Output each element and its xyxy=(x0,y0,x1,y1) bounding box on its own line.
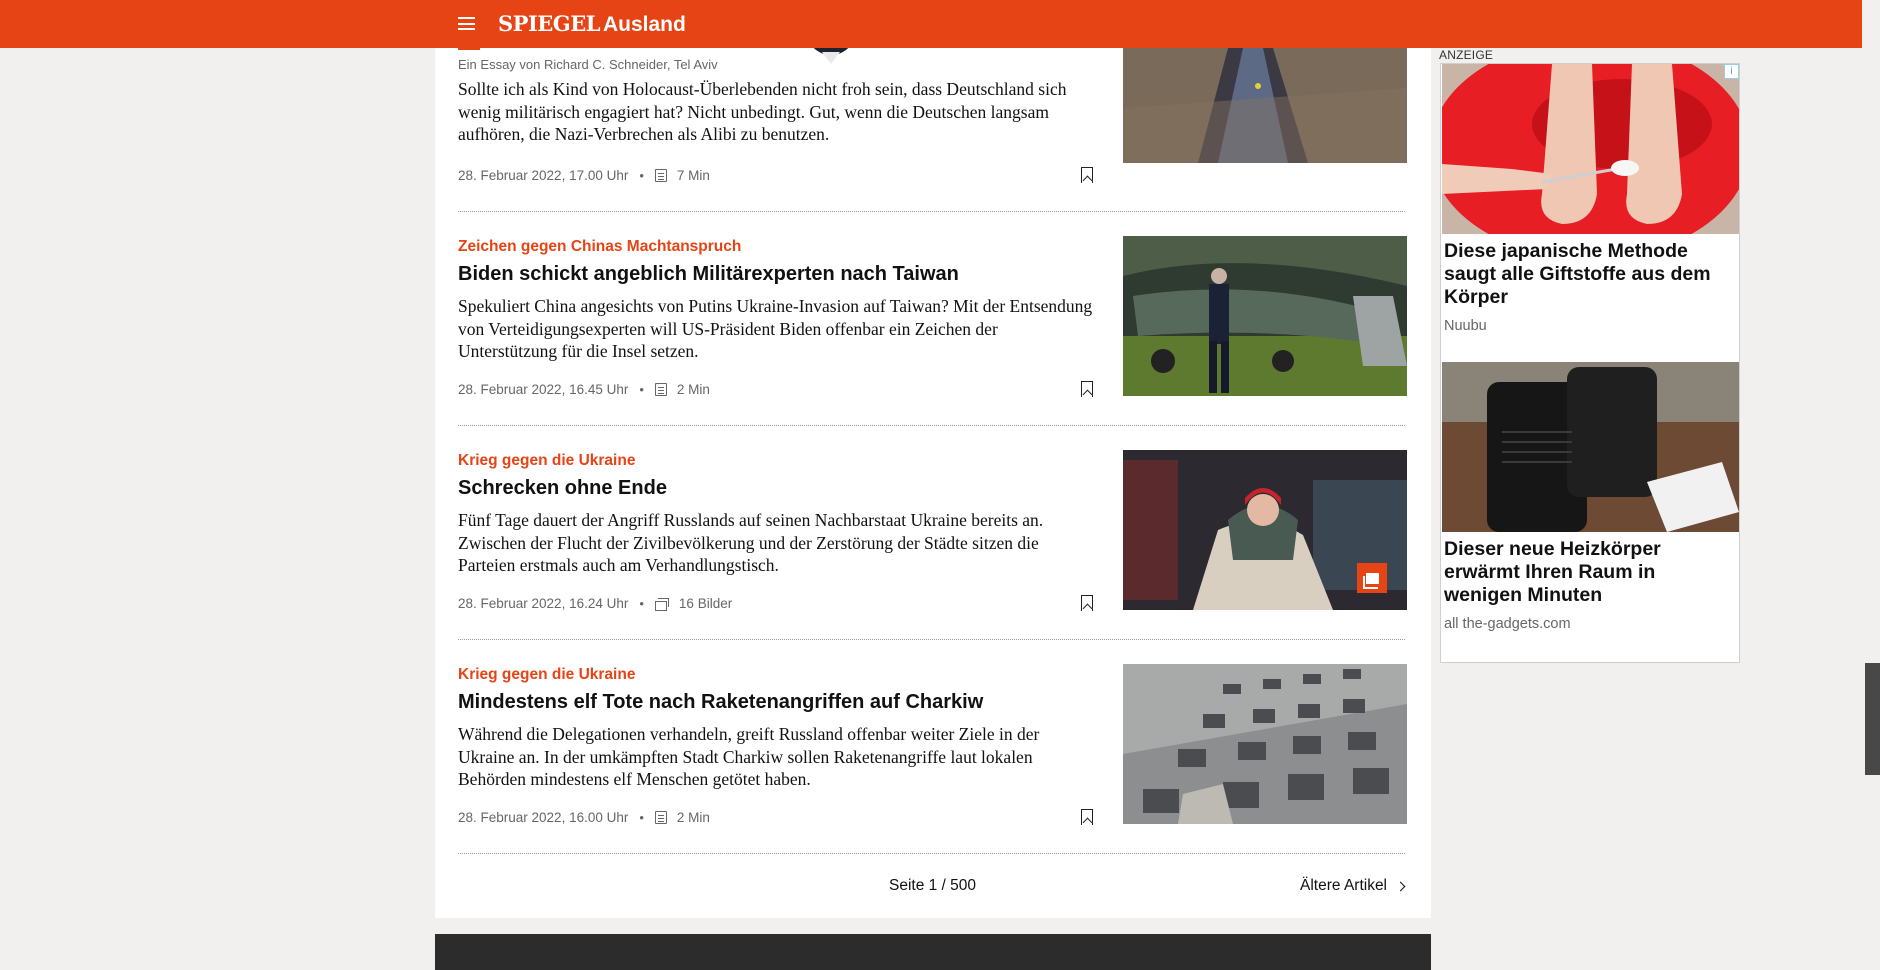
article-headline[interactable]: Schrecken ohne Ende xyxy=(458,475,1096,501)
bookmark-icon[interactable] xyxy=(1081,381,1093,397)
reading-time: 2 Min xyxy=(676,382,710,397)
bookmark-icon[interactable] xyxy=(1081,809,1093,825)
chevron-right-icon xyxy=(1395,881,1406,891)
ad-source[interactable]: Nuubu xyxy=(1444,318,1487,334)
article-divider xyxy=(458,639,1405,640)
article-image[interactable] xyxy=(1123,450,1407,610)
article-icon xyxy=(654,169,667,182)
article-icon xyxy=(654,383,667,396)
article-kicker[interactable]: Krieg gegen die Ukraine xyxy=(458,451,1096,471)
reading-time: 2 Min xyxy=(676,810,710,825)
spiegel-logo[interactable]: SPIEGEL xyxy=(498,11,601,36)
older-articles-label[interactable]: Ältere Artikel xyxy=(1300,877,1387,895)
article-meta: 28. Februar 2022, 16.24 Uhr • 16 Bilder xyxy=(458,596,733,611)
article-teaser-text: Spekuliert China angesichts von Putins U… xyxy=(458,296,1093,361)
article-image[interactable] xyxy=(1123,236,1407,396)
article-image[interactable] xyxy=(1123,664,1407,824)
article-teaser-text: Sollte ich als Kind von Holocaust-Überle… xyxy=(458,79,1067,144)
adchoices-icon[interactable]: i xyxy=(1724,64,1739,79)
reading-time: 7 Min xyxy=(676,168,710,183)
bookmark-icon[interactable] xyxy=(1081,595,1093,611)
scrollbar-track[interactable] xyxy=(1862,0,1880,970)
article-date: 28. Februar 2022, 16.24 Uhr xyxy=(458,596,629,611)
page-indicator: Seite 1 / 500 xyxy=(889,877,977,894)
menu-icon[interactable] xyxy=(458,17,475,30)
older-articles-link[interactable]: Ältere Artikel xyxy=(1300,877,1406,895)
section-name[interactable]: Ausland xyxy=(603,13,686,36)
ad-container[interactable]: i Diese japanische Methode saugt alle Gi… xyxy=(1440,63,1740,663)
article-divider xyxy=(458,425,1405,426)
article-date: 28. Februar 2022, 16.45 Uhr xyxy=(458,382,629,397)
article-date: 28. Februar 2022, 16.00 Uhr xyxy=(458,810,629,825)
ad-title[interactable]: Dieser neue Heizkörper erwärmt Ihren Rau… xyxy=(1444,538,1734,607)
gallery-badge-icon xyxy=(1357,563,1387,593)
article-teaser-text: Während die Delegationen verhandeln, gre… xyxy=(458,724,1040,789)
article-headline[interactable]: Mindestens elf Tote nach Raketenangriffe… xyxy=(458,689,1096,715)
article-icon xyxy=(654,811,667,824)
gallery-count: 16 Bilder xyxy=(678,596,733,611)
footer xyxy=(435,934,1431,970)
ad-image[interactable] xyxy=(1442,362,1739,532)
top-navigation-bar: SPIEGEL Ausland xyxy=(0,0,1862,48)
ad-title[interactable]: Diese japanische Methode saugt alle Gift… xyxy=(1444,240,1734,309)
author-line: Ein Essay von Richard C. Schneider, Tel … xyxy=(458,57,718,72)
ad-source[interactable]: all the-gadgets.com xyxy=(1444,616,1571,632)
site-brand[interactable]: SPIEGEL Ausland xyxy=(498,11,686,37)
ad-image[interactable]: i xyxy=(1442,64,1739,234)
article-kicker[interactable]: Krieg gegen die Ukraine xyxy=(458,665,1096,685)
article-divider xyxy=(458,211,1405,212)
scrollbar-thumb[interactable] xyxy=(1865,663,1880,775)
article-meta: 28. Februar 2022, 16.45 Uhr • 2 Min xyxy=(458,382,710,397)
article-teaser-text: Fünf Tage dauert der Angriff Russlands a… xyxy=(458,510,1044,575)
article-headline[interactable]: Biden schickt angeblich Militärexperten … xyxy=(458,261,1096,287)
article-date: 28. Februar 2022, 17.00 Uhr xyxy=(458,168,629,183)
gallery-icon xyxy=(654,598,669,611)
ad-label: ANZEIGE xyxy=(1439,48,1494,62)
article-meta: 28. Februar 2022, 16.00 Uhr • 2 Min xyxy=(458,810,710,825)
article-divider xyxy=(458,853,1405,854)
article-meta: 28. Februar 2022, 17.00 Uhr • 7 Min xyxy=(458,168,710,183)
article-image[interactable] xyxy=(1123,48,1407,163)
bookmark-icon[interactable] xyxy=(1081,167,1093,183)
article-kicker[interactable]: Zeichen gegen Chinas Machtanspruch xyxy=(458,237,1096,257)
